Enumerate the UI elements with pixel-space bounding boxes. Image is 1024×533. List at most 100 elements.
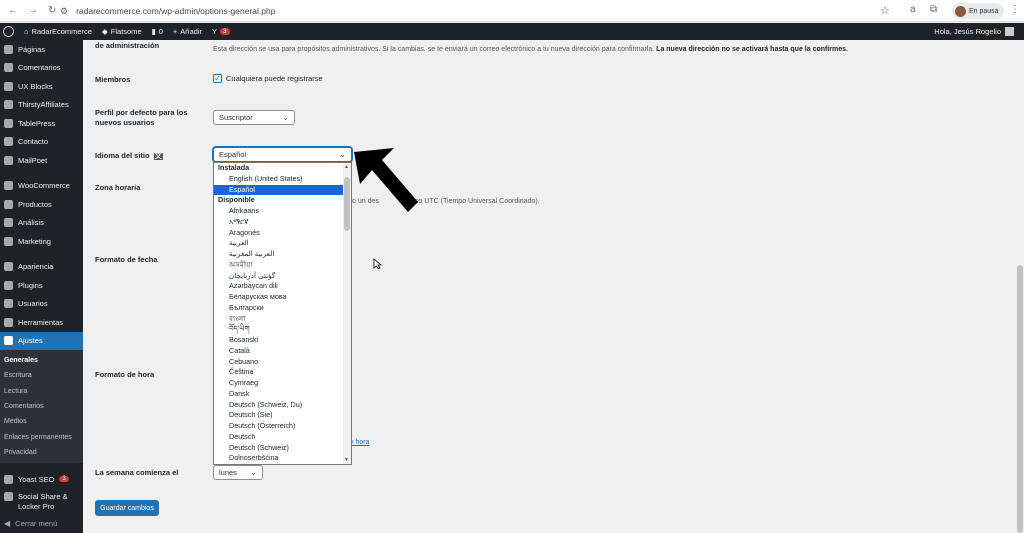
language-option[interactable]: العربية <box>214 238 351 249</box>
amazon-extension-icon[interactable]: a <box>910 4 916 15</box>
browser-toolbar: ← → ↻ ⚙ radarecommerce.com/wp-admin/opti… <box>0 0 1024 22</box>
sidebar-item-tablepress[interactable]: TablePress <box>0 114 83 133</box>
admin-email-label: de administración <box>95 41 160 50</box>
back-icon[interactable]: ← <box>8 5 18 16</box>
language-option[interactable]: བོད་ཡིག <box>214 324 351 335</box>
sidebar-item-plugins[interactable]: Plugins <box>0 276 83 295</box>
site-language-select[interactable]: Español ⌄ <box>213 147 352 162</box>
thirsty-icon <box>4 100 13 110</box>
submenu-discussion[interactable]: Comentarios <box>0 399 83 414</box>
user-avatar <box>1005 27 1014 36</box>
language-dropdown-list[interactable]: Instalada English (United States) Españo… <box>213 162 352 465</box>
option-espanol[interactable]: Español <box>214 184 351 196</box>
profile-button[interactable]: En pausa <box>952 3 1004 19</box>
language-option[interactable]: অসমীয়া <box>214 260 351 271</box>
language-option[interactable]: Azərbaycan dili <box>214 281 351 292</box>
pages-icon <box>4 44 13 54</box>
sidebar-item-social-share[interactable]: Social Share & Locker Pro <box>0 489 83 515</box>
woocommerce-icon <box>4 181 13 191</box>
settings-form: de administración Esta dirección se usa … <box>83 40 1016 533</box>
site-name: RadarEcommerce <box>31 27 92 36</box>
chart-icon <box>4 218 13 228</box>
sidebar-item-ux-blocks[interactable]: UX Blocks <box>0 77 83 96</box>
sidebar-item-settings[interactable]: Ajustes <box>0 331 83 350</box>
language-option[interactable]: Deutsch (Österreich) <box>214 421 351 432</box>
save-changes-button[interactable]: Guardar cambios <box>95 500 159 516</box>
collapse-menu-button[interactable]: ◀ Cerrar menú <box>0 515 83 533</box>
sidebar-item-tools[interactable]: Herramientas <box>0 313 83 332</box>
sidebar-item-marketing[interactable]: Marketing <box>0 232 83 251</box>
theme-link[interactable]: ◆ Flatsome <box>102 27 142 36</box>
sidebar-item-appearance[interactable]: Apariencia <box>0 258 83 277</box>
bookmark-star-icon[interactable]: ☆ <box>880 4 890 17</box>
language-option[interactable]: Deutsch (Sie) <box>214 410 351 421</box>
language-option[interactable]: Deutsch (Schweiz, Du) <box>214 400 351 411</box>
language-option[interactable]: Беларуская мова <box>214 292 351 303</box>
sidebar-item-pages[interactable]: Páginas <box>0 40 83 59</box>
extensions-icon[interactable]: ⧉ <box>930 4 937 15</box>
share-icon <box>4 491 13 501</box>
sidebar-item-woocommerce[interactable]: WooCommerce <box>0 177 83 196</box>
default-role-select[interactable]: Suscriptor ⌄ <box>213 110 295 125</box>
language-option[interactable]: Cebuano <box>214 357 351 368</box>
sidebar-item-analytics[interactable]: Análisis <box>0 214 83 233</box>
comment-icon: ▮ <box>151 27 156 36</box>
language-option[interactable]: Bosanski <box>214 335 351 346</box>
submenu-reading[interactable]: Lectura <box>0 384 83 399</box>
language-option[interactable]: Català <box>214 346 351 357</box>
add-new-label: Añadir <box>180 27 202 36</box>
submenu-writing[interactable]: Escritura <box>0 368 83 383</box>
comments-link[interactable]: ▮ 0 <box>152 27 163 36</box>
language-option[interactable]: Deutsch <box>214 432 351 443</box>
forward-icon[interactable]: → <box>28 5 38 16</box>
page-scrollbar-thumb[interactable] <box>1017 265 1023 533</box>
page-scrollbar[interactable] <box>1016 40 1024 533</box>
sidebar-item-label: Herramientas <box>18 317 64 327</box>
submenu-media[interactable]: Medios <box>0 414 83 429</box>
sidebar-item-contact[interactable]: Contacto <box>0 133 83 152</box>
language-option[interactable]: گؤنئی آذربایجان <box>214 271 351 282</box>
sidebar-item-mailpoet[interactable]: MailPoet <box>0 151 83 170</box>
yoast-adminbar-link[interactable]: Y 3 <box>212 27 230 36</box>
language-option[interactable]: Dansk <box>214 389 351 400</box>
sidebar-separator <box>0 170 83 177</box>
add-new-link[interactable]: + Añadir <box>173 27 202 36</box>
brush-icon <box>4 262 13 272</box>
sidebar-item-products[interactable]: Productos <box>0 195 83 214</box>
language-option[interactable]: Čeština <box>214 367 351 378</box>
members-checkbox-row[interactable]: ✓ Cualquiera puede registrarse <box>213 74 323 83</box>
language-option[interactable]: Aragonés <box>214 228 351 239</box>
language-option[interactable]: বাংলা <box>214 314 351 325</box>
members-checkbox[interactable]: ✓ <box>213 74 222 83</box>
language-option[interactable]: Deutsch (Schweiz) <box>214 443 351 454</box>
scroll-down-icon[interactable]: ▼ <box>344 457 349 463</box>
language-option[interactable]: العربية المغربية <box>214 249 351 260</box>
option-english-us[interactable]: English (United States) <box>214 174 351 185</box>
sidebar-item-label: Páginas <box>18 44 46 54</box>
submenu-privacy[interactable]: Privacidad <box>0 445 83 460</box>
language-option[interactable]: Български <box>214 303 351 314</box>
language-option[interactable]: Afrikaans <box>214 206 351 217</box>
address-bar[interactable]: ⚙ radarecommerce.com/wp-admin/options-ge… <box>60 2 874 20</box>
sidebar-item-thirstyaffiliates[interactable]: ThirstyAffiliates <box>0 96 83 115</box>
users-icon <box>4 299 13 309</box>
language-option[interactable]: Cymraeg <box>214 378 351 389</box>
week-start-select[interactable]: lunes ⌄ <box>213 465 263 480</box>
datetime-docs-link[interactable]: y hora <box>350 439 369 446</box>
default-role-value: Suscriptor <box>219 113 253 122</box>
language-option[interactable]: አማርኛ <box>214 217 351 228</box>
user-account-link[interactable]: Hola, Jesús Rogelio <box>934 27 1014 36</box>
wordpress-logo-icon[interactable] <box>3 26 14 37</box>
sidebar-item-users[interactable]: Usuarios <box>0 295 83 314</box>
site-info-icon[interactable]: ⚙ <box>60 6 68 17</box>
reload-icon[interactable]: ↻ <box>48 5 56 16</box>
browser-menu-icon[interactable]: ⋮ <box>1010 4 1020 15</box>
wrench-icon <box>4 317 13 327</box>
submenu-permalinks[interactable]: Enlaces permanentes <box>0 429 83 444</box>
submenu-general[interactable]: Generales <box>0 353 83 368</box>
sidebar-item-comments[interactable]: Comentarios <box>0 59 83 78</box>
group-available: Disponible <box>218 195 255 205</box>
sidebar-item-yoast[interactable]: Yoast SEO 3 <box>0 470 83 489</box>
site-name-link[interactable]: ⌂ RadarEcommerce <box>24 27 92 36</box>
language-option[interactable]: Dolnoserbšćina <box>214 453 351 464</box>
